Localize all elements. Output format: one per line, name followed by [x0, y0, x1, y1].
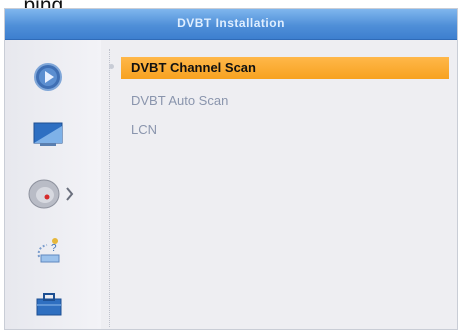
sidebar: ? [5, 40, 101, 329]
window-title: DVBT Installation [177, 16, 285, 30]
network-icon[interactable]: ? [33, 235, 65, 265]
menu-item-dvbt-channel-scan[interactable]: DVBT Channel Scan [121, 57, 449, 79]
menu-item-label: LCN [131, 122, 158, 137]
satellite-dish-icon[interactable] [27, 177, 77, 211]
menu-item-lcn[interactable]: LCN [121, 119, 449, 141]
tv-menu-screen: DVBT Installation ? DVBT Channel Scan DV… [4, 8, 458, 330]
picture-icon[interactable] [32, 120, 64, 148]
menu-item-dvbt-auto-scan[interactable]: DVBT Auto Scan [121, 90, 449, 112]
svg-text:?: ? [51, 243, 57, 254]
play-icon[interactable] [33, 62, 63, 92]
toolbox-icon[interactable] [33, 290, 65, 318]
menu-item-label: DVBT Channel Scan [131, 60, 256, 75]
menu-item-label: DVBT Auto Scan [131, 93, 229, 108]
sidebar-divider [109, 49, 111, 327]
title-bar: DVBT Installation [5, 9, 457, 40]
cursor-dot [109, 64, 114, 69]
